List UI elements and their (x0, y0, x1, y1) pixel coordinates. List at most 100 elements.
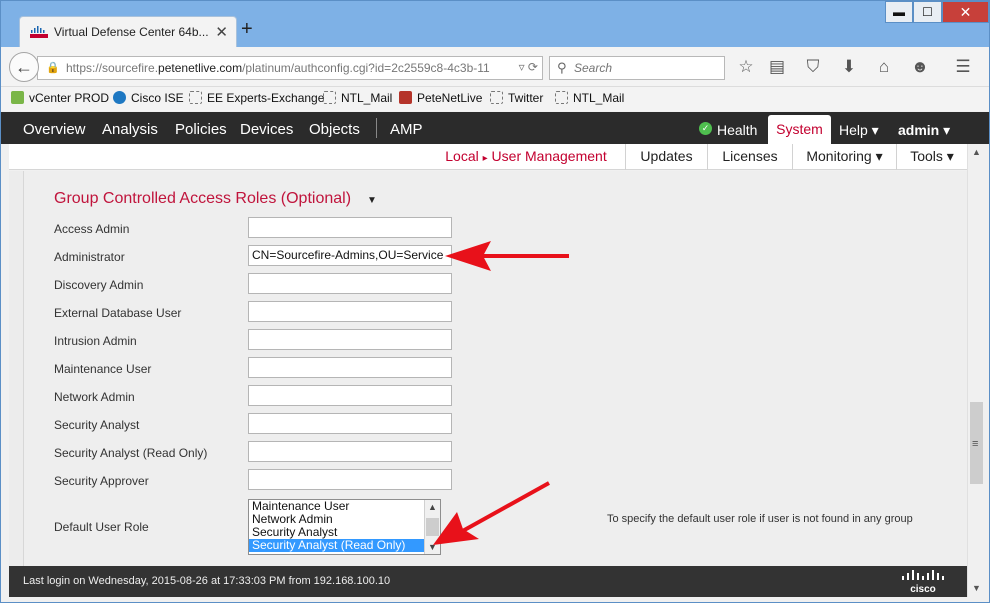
tab-close-icon[interactable]: ✕ (215, 23, 228, 41)
list-item-selected[interactable]: Security Analyst (Read Only) (249, 539, 440, 552)
security-approver-field[interactable] (248, 469, 452, 490)
tab-updates[interactable]: Updates (625, 144, 707, 170)
minimize-button[interactable]: ▬ (885, 1, 913, 23)
nav-system[interactable]: System (768, 115, 831, 144)
bookmark-ntl-mail-2[interactable]: NTL_Mail (555, 91, 624, 105)
label-maintenance-user: Maintenance User (54, 362, 152, 376)
grip-icon: ≡ (972, 438, 979, 450)
url-text: https://sourcefire.petenetlive.com/plati… (66, 61, 490, 75)
label-security-analyst: Security Analyst (54, 418, 140, 432)
breadcrumb-local[interactable]: Local (445, 148, 478, 164)
nav-objects[interactable]: Objects (309, 121, 360, 138)
nav-divider (376, 118, 377, 138)
cisco-logo-icon: cisco (902, 570, 944, 595)
search-input[interactable] (572, 59, 720, 77)
close-window-button[interactable]: ✕ (942, 1, 989, 23)
cisco-favicon-icon (30, 26, 48, 38)
label-administrator: Administrator (54, 250, 125, 264)
listbox-scroll-thumb[interactable] (426, 518, 439, 536)
blank-page-icon (555, 91, 568, 104)
page-scrollbar[interactable]: ▲ ≡ ▼ (967, 144, 984, 597)
health-check-icon: ✓ (699, 122, 712, 135)
default-role-help-text: To specify the default user role if user… (607, 513, 913, 525)
nav-help[interactable]: Help ▾ (839, 122, 879, 139)
menu-icon[interactable]: ☰ (952, 57, 974, 77)
label-network-admin: Network Admin (54, 390, 135, 404)
intrusion-admin-field[interactable] (248, 329, 452, 350)
label-discovery-admin: Discovery Admin (54, 278, 144, 292)
blank-page-icon (189, 91, 202, 104)
nav-amp[interactable]: AMP (390, 121, 423, 138)
download-icon[interactable]: ⬇ (838, 57, 860, 77)
bookmarks-bar: vCenter PROD Cisco ISE EE Experts-Exchan… (1, 87, 989, 111)
bookmark-petenetlive[interactable]: PeteNetLive (399, 91, 482, 105)
bookmark-cisco-ise[interactable]: Cisco ISE (113, 91, 184, 105)
bookmark-ntl-mail[interactable]: NTL_Mail (323, 91, 392, 105)
petenetlive-icon (399, 91, 412, 104)
hello-chat-icon[interactable]: ☻ (909, 57, 931, 77)
external-database-user-field[interactable] (248, 301, 452, 322)
pocket-icon[interactable]: ⛉ (802, 57, 824, 77)
user-menu[interactable]: admin ▾ (898, 122, 950, 139)
nav-analysis[interactable]: Analysis (102, 121, 158, 138)
reading-list-icon[interactable]: ▤ (766, 57, 788, 77)
scroll-down-icon[interactable]: ▼ (425, 540, 440, 554)
bookmark-star-icon[interactable]: ☆ (735, 57, 757, 77)
nav-health[interactable]: Health (717, 122, 757, 138)
home-icon[interactable]: ⌂ (873, 57, 895, 77)
address-bar[interactable]: 🔒 https://sourcefire.petenetlive.com/pla… (37, 56, 543, 80)
label-default-user-role: Default User Role (54, 520, 149, 534)
label-security-approver: Security Approver (54, 474, 149, 488)
breadcrumb-user-management[interactable]: User Management (492, 148, 607, 164)
network-admin-field[interactable] (248, 385, 452, 406)
discovery-admin-field[interactable] (248, 273, 452, 294)
section-title[interactable]: Group Controlled Access Roles (Optional) (54, 190, 351, 208)
browser-window: Virtual Defense Center 64b... ✕ + ▬ ☐ ✕ … (0, 0, 990, 603)
maintenance-user-field[interactable] (248, 357, 452, 378)
tab-monitoring[interactable]: Monitoring ▾ (792, 144, 896, 170)
collapse-caret-icon[interactable]: ▼ (367, 195, 377, 206)
scroll-up-icon[interactable]: ▲ (968, 144, 985, 160)
vcenter-icon (11, 91, 24, 104)
bookmark-experts-exchange[interactable]: EE Experts-Exchange (189, 91, 324, 105)
reload-icon[interactable]: ▿ ⟳ (519, 60, 538, 74)
default-user-role-listbox[interactable]: Maintenance User Network Admin Security … (248, 499, 441, 555)
label-access-admin: Access Admin (54, 222, 130, 236)
nav-overview[interactable]: Overview (23, 121, 86, 138)
cisco-ise-icon (113, 91, 126, 104)
search-box[interactable]: ⚲ (549, 56, 725, 80)
title-bar: Virtual Defense Center 64b... ✕ + ▬ ☐ ✕ (1, 1, 989, 47)
security-analyst-field[interactable] (248, 413, 452, 434)
access-admin-field[interactable] (248, 217, 452, 238)
nav-policies[interactable]: Policies (175, 121, 227, 138)
scroll-up-icon[interactable]: ▲ (425, 500, 440, 514)
navigation-bar: 🔒 https://sourcefire.petenetlive.com/pla… (1, 47, 989, 87)
tab-title: Virtual Defense Center 64b... (54, 25, 209, 39)
back-button[interactable]: ← (9, 52, 39, 82)
bookmark-twitter[interactable]: Twitter (490, 91, 543, 105)
sub-navigation: Local ▸ User Management Updates Licenses… (9, 144, 967, 170)
maximize-button[interactable]: ☐ (913, 1, 942, 23)
lock-icon: 🔒 (46, 62, 60, 74)
main-content: Group Controlled Access Roles (Optional)… (9, 171, 967, 566)
label-security-analyst-read-only: Security Analyst (Read Only) (54, 446, 208, 460)
last-login-text: Last login on Wednesday, 2015-08-26 at 1… (23, 575, 391, 587)
breadcrumb[interactable]: Local ▸ User Management (427, 144, 625, 170)
administrator-field[interactable]: CN=Sourcefire-Admins,OU=Service (248, 245, 452, 266)
breadcrumb-separator-icon: ▸ (482, 153, 488, 164)
tab-tools[interactable]: Tools ▾ (896, 144, 967, 170)
page-scroll-thumb[interactable]: ≡ (970, 402, 983, 484)
cisco-logo-text: cisco (910, 584, 936, 595)
scroll-down-icon[interactable]: ▼ (968, 580, 985, 596)
listbox-scrollbar[interactable]: ▲ ▼ (424, 500, 440, 554)
footer: Last login on Wednesday, 2015-08-26 at 1… (9, 566, 967, 597)
nav-devices[interactable]: Devices (240, 121, 293, 138)
security-analyst-read-only-field[interactable] (248, 441, 452, 462)
new-tab-button[interactable]: + (241, 19, 253, 39)
tab-licenses[interactable]: Licenses (707, 144, 792, 170)
browser-tab[interactable]: Virtual Defense Center 64b... ✕ (19, 16, 237, 47)
label-intrusion-admin: Intrusion Admin (54, 334, 137, 348)
search-icon: ⚲ (557, 60, 567, 75)
bookmark-vcenter-prod[interactable]: vCenter PROD (11, 91, 109, 105)
blank-page-icon (490, 91, 503, 104)
